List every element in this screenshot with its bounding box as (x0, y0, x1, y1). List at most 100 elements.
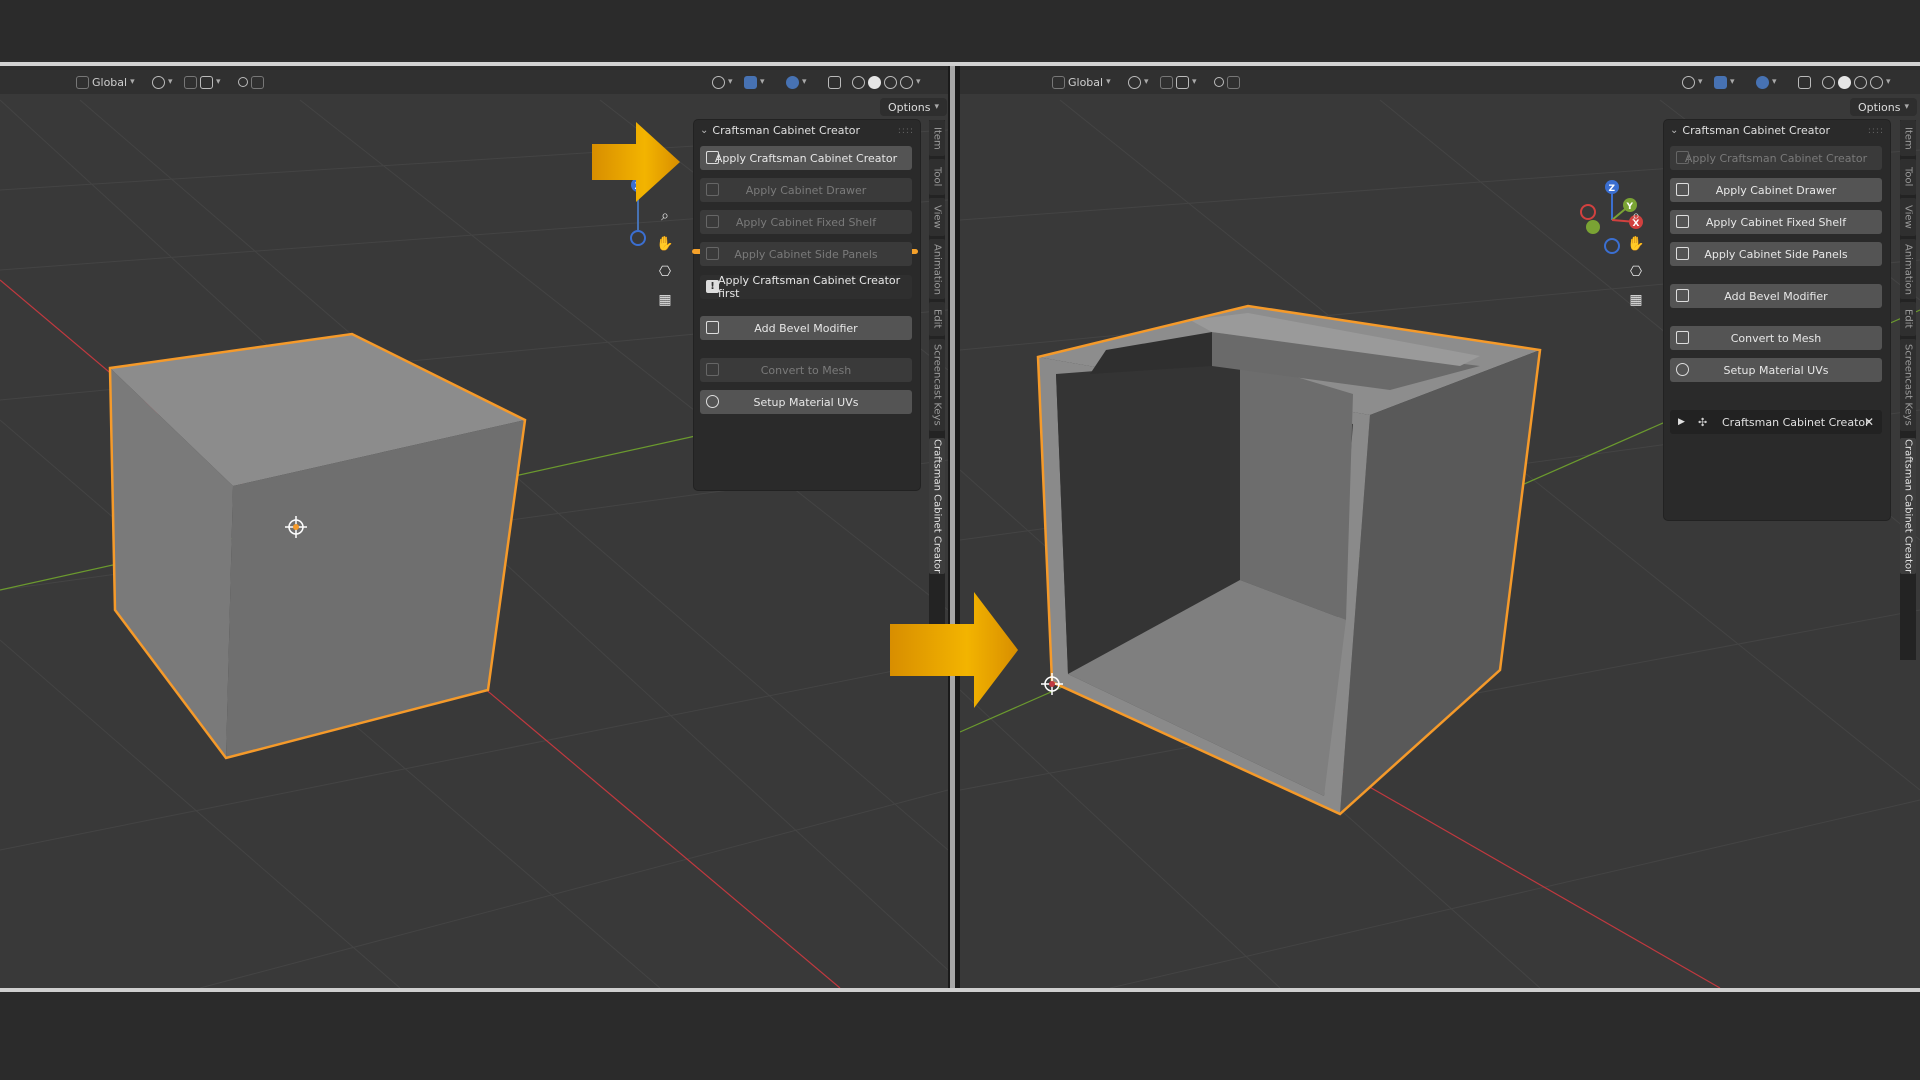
expand-triangle-icon[interactable]: ▶ (1678, 417, 1685, 427)
apply-cabinet-fixed-shelf-button[interactable]: Apply Cabinet Fixed Shelf (1670, 210, 1882, 234)
tab-view[interactable]: View (929, 198, 945, 236)
camera-icon[interactable]: ⎔ (653, 260, 677, 284)
tab-screencast-keys[interactable]: Screencast Keys (929, 339, 945, 431)
gizmo-toggle[interactable]: ▾ (744, 73, 765, 91)
add-bevel-modifier-button[interactable]: Add Bevel Modifier (1670, 284, 1882, 308)
pivot-point-dropdown[interactable]: ▾ (152, 73, 173, 91)
tab-animation[interactable]: Animation (929, 239, 945, 299)
overlay-icon (1756, 75, 1769, 89)
close-icon[interactable]: ✕ (1864, 415, 1874, 429)
options-dropdown[interactable]: Options ▾ (880, 98, 947, 116)
falloff-icon (251, 75, 264, 89)
overlays-toggle[interactable]: ▾ (1756, 73, 1777, 91)
apply-craftsman-cabinet-creator-button[interactable]: Apply Craftsman Cabinet Creator (700, 146, 912, 170)
tab-animation[interactable]: Animation (1900, 239, 1916, 299)
pivot-point-dropdown[interactable]: ▾ (1128, 73, 1149, 91)
wireframe-shading-icon[interactable] (852, 75, 865, 89)
chevron-down-icon: ▾ (130, 77, 135, 87)
drag-grip-icon[interactable]: :::: (1868, 126, 1884, 136)
apply-cabinet-fixed-shelf-button[interactable]: Apply Cabinet Fixed Shelf (700, 210, 912, 234)
snap-toggle[interactable]: ▾ (184, 73, 221, 91)
pivot-icon (152, 75, 165, 89)
apply-cabinet-drawer-button[interactable]: Apply Cabinet Drawer (1670, 178, 1882, 202)
apply-craftsman-cabinet-creator-button[interactable]: Apply Craftsman Cabinet Creator (1670, 146, 1882, 170)
xray-toggle[interactable] (1798, 73, 1811, 91)
tab-edit[interactable]: Edit (1900, 302, 1916, 336)
camera-icon[interactable]: ⎔ (1624, 260, 1648, 284)
viewport-right[interactable]: Z Y X Global ▾ ▾ ▾ ▾ ▾ ▾ ▾ Options ▾ ⌕ ✋… (960, 70, 1920, 988)
shelf-icon (706, 215, 719, 228)
panel-header[interactable]: ⌄ Craftsman Cabinet Creator (700, 124, 860, 137)
side-panel-icon (706, 247, 719, 260)
tab-craftsman-cabinet-creator[interactable]: Craftsman Cabinet Creator (1900, 438, 1916, 574)
bevel-icon (1676, 289, 1689, 302)
proportional-editing-toggle[interactable] (238, 73, 264, 91)
solid-shading-icon[interactable] (1838, 75, 1851, 89)
rendered-shading-icon[interactable] (900, 75, 913, 89)
cabinet-object[interactable] (1036, 304, 1542, 816)
zoom-icon[interactable]: ⌕ (653, 204, 677, 228)
tab-craftsman-cabinet-creator[interactable]: Craftsman Cabinet Creator (929, 438, 945, 574)
drag-grip-icon[interactable]: :::: (898, 126, 914, 136)
convert-to-mesh-button[interactable]: Convert to Mesh (700, 358, 912, 382)
perspective-grid-icon[interactable]: ▦ (653, 288, 677, 312)
setup-material-uvs-button[interactable]: Setup Material UVs (700, 390, 912, 414)
convert-to-mesh-button[interactable]: Convert to Mesh (1670, 326, 1882, 350)
xray-icon (1798, 75, 1811, 89)
viewport-divider[interactable] (948, 66, 960, 988)
transform-orientation-dropdown[interactable]: Global ▾ (76, 73, 135, 91)
material-shading-icon[interactable] (884, 75, 897, 89)
svg-text:Z: Z (1609, 184, 1616, 194)
chevron-down-icon: ▾ (1106, 77, 1111, 87)
apply-cabinet-drawer-button[interactable]: Apply Cabinet Drawer (700, 178, 912, 202)
pan-hand-icon[interactable]: ✋ (1624, 232, 1648, 256)
apply-first-info-message: ! Apply Craftsman Cabinet Creator first (700, 274, 912, 300)
addon-panel-left: ⌄ Craftsman Cabinet Creator :::: Apply C… (692, 120, 920, 490)
uv-icon (1676, 363, 1689, 376)
eye-icon (712, 75, 725, 89)
transform-orientation-dropdown[interactable]: Global ▾ (1052, 73, 1111, 91)
material-shading-icon[interactable] (1854, 75, 1867, 89)
add-bevel-modifier-button[interactable]: Add Bevel Modifier (700, 316, 912, 340)
xray-toggle[interactable] (828, 73, 841, 91)
visibility-dropdown[interactable]: ▾ (1682, 73, 1703, 91)
rendered-shading-icon[interactable] (1870, 75, 1883, 89)
tab-item[interactable]: Item (929, 120, 945, 156)
pan-hand-icon[interactable]: ✋ (653, 232, 677, 256)
setup-material-uvs-button[interactable]: Setup Material UVs (1670, 358, 1882, 382)
visibility-dropdown[interactable]: ▾ (712, 73, 733, 91)
addon-panel-right: ⌄ Craftsman Cabinet Creator :::: Apply C… (1664, 120, 1890, 520)
chevron-down-icon: ▾ (1904, 102, 1909, 112)
wireframe-shading-icon[interactable] (1822, 75, 1835, 89)
proportional-editing-toggle[interactable] (1214, 73, 1240, 91)
perspective-grid-icon[interactable]: ▦ (1624, 288, 1648, 312)
options-dropdown[interactable]: Options ▾ (1850, 98, 1917, 116)
apply-cabinet-side-panels-button[interactable]: Apply Cabinet Side Panels (1670, 242, 1882, 266)
pointer-arrow-left (592, 122, 680, 202)
shading-modes[interactable]: ▾ (852, 73, 921, 91)
panel-header[interactable]: ⌄ Craftsman Cabinet Creator (1670, 124, 1830, 137)
gizmo-icon (1714, 75, 1727, 89)
zoom-icon[interactable]: ⌕ (1624, 204, 1648, 228)
tab-tool[interactable]: Tool (929, 159, 945, 195)
tab-view[interactable]: View (1900, 198, 1916, 236)
snap-toggle[interactable]: ▾ (1160, 73, 1197, 91)
last-operator-panel[interactable]: ▶ ✣ Craftsman Cabinet Creator ✕ (1670, 410, 1882, 434)
tab-screencast-keys[interactable]: Screencast Keys (1900, 339, 1916, 431)
side-panel-icon (1676, 247, 1689, 260)
cube-object[interactable] (108, 332, 527, 760)
tab-item[interactable]: Item (1900, 120, 1916, 156)
solid-shading-icon[interactable] (868, 75, 881, 89)
sidebar-tabs-left: Item Tool View Animation Edit Screencast… (929, 120, 945, 660)
drawer-icon (706, 183, 719, 196)
apply-cabinet-side-panels-button[interactable]: Apply Cabinet Side Panels (700, 242, 912, 266)
viewport-header-left: Global ▾ ▾ ▾ ▾ ▾ ▾ ▾ (0, 70, 948, 94)
drawer-icon (1676, 183, 1689, 196)
shading-modes[interactable]: ▾ (1822, 73, 1891, 91)
overlays-toggle[interactable]: ▾ (786, 73, 807, 91)
viewport-left[interactable]: Z Global ▾ ▾ ▾ ▾ ▾ ▾ (0, 70, 948, 988)
chevron-down-icon: ▾ (934, 102, 939, 112)
tab-tool[interactable]: Tool (1900, 159, 1916, 195)
gizmo-toggle[interactable]: ▾ (1714, 73, 1735, 91)
tab-edit[interactable]: Edit (929, 302, 945, 336)
